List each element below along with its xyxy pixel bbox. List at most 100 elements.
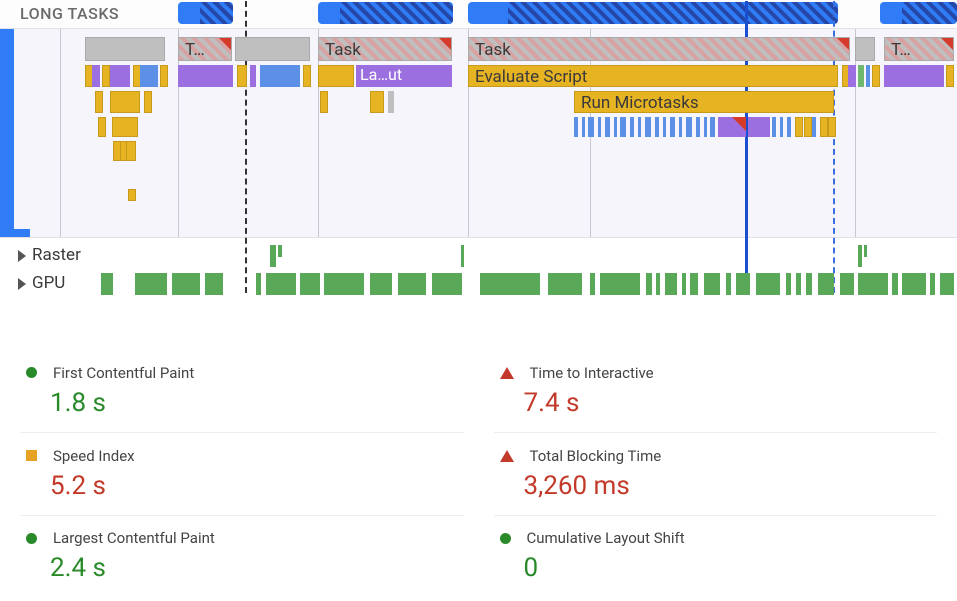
flame-block[interactable] [605,117,610,137]
gpu-event[interactable] [818,273,834,295]
flame-block[interactable] [388,91,394,113]
task-block[interactable] [85,37,165,61]
flame-block[interactable] [795,117,803,137]
flame-block[interactable] [237,65,247,87]
metric-tti[interactable]: Time to Interactive 7.4 s [494,350,938,432]
performance-timeline[interactable]: LONG TASKS T… Task Task T… [0,0,957,340]
flame-block[interactable] [112,117,138,137]
flame-block[interactable] [160,65,168,87]
gpu-event[interactable] [205,273,223,295]
gpu-event[interactable] [600,273,640,295]
raster-event[interactable] [270,245,276,267]
raster-label[interactable]: Raster [18,245,81,265]
flame-block[interactable] [178,65,233,87]
gpu-event[interactable] [398,273,426,295]
flame-block[interactable] [126,141,136,161]
raster-track[interactable]: Raster [0,242,957,270]
flame-block[interactable] [787,117,791,137]
long-task-bar[interactable] [468,2,838,24]
task-block[interactable]: Task [318,37,452,61]
flame-block[interactable] [128,189,136,201]
gpu-event[interactable] [796,273,801,295]
flame-block[interactable] [110,91,140,113]
task-block[interactable] [235,37,310,61]
gpu-event[interactable] [665,273,677,295]
flame-block[interactable] [574,117,578,137]
gpu-event[interactable] [690,273,698,295]
flame-block[interactable] [92,65,100,87]
raster-event[interactable] [278,245,282,257]
gpu-event[interactable] [370,273,392,295]
gpu-event[interactable] [704,273,720,295]
gpu-event[interactable] [646,273,652,295]
task-block[interactable]: T… [178,37,232,61]
metric-tbt[interactable]: Total Blocking Time 3,260 ms [494,432,938,515]
flame-block[interactable] [804,117,812,137]
flame-block[interactable] [95,91,103,113]
flame-block[interactable] [303,65,311,87]
flame-block[interactable] [638,117,641,137]
gpu-event[interactable] [840,273,854,295]
gpu-event[interactable] [806,273,812,295]
gpu-event[interactable] [432,273,462,295]
long-task-bar[interactable] [880,2,957,24]
raster-event[interactable] [858,245,862,267]
flame-block[interactable] [679,117,682,137]
task-block[interactable]: T… [884,37,954,61]
raster-event[interactable] [461,245,464,267]
gpu-event[interactable] [682,273,686,295]
flame-block[interactable] [588,117,594,137]
gpu-event[interactable] [135,273,167,295]
gpu-event[interactable] [172,273,200,295]
flame-block[interactable] [645,117,651,137]
flame-block[interactable] [780,117,783,137]
flame-block[interactable] [820,117,828,137]
flame-block[interactable] [710,117,715,137]
long-task-bar[interactable] [318,2,453,24]
flame-block[interactable] [582,117,585,137]
gpu-event[interactable] [548,273,582,295]
flame-block[interactable] [260,65,300,87]
flame-block[interactable] [98,117,106,137]
gpu-event[interactable] [266,273,296,295]
gpu-event[interactable] [726,273,731,295]
flame-block[interactable] [250,65,256,87]
flame-block[interactable] [614,117,617,137]
gpu-event[interactable] [786,273,791,295]
flame-block[interactable] [140,65,158,87]
gpu-event[interactable] [590,273,595,295]
long-task-bar[interactable] [178,2,233,24]
gpu-label[interactable]: GPU [18,273,65,293]
flame-block-evaluate-script[interactable]: Evaluate Script [468,65,838,87]
task-block[interactable] [855,37,875,61]
long-tasks-track[interactable]: LONG TASKS [0,0,957,28]
flame-block[interactable] [812,117,816,137]
metric-fcp[interactable]: First Contentful Paint 1.8 s [20,350,464,432]
flame-block[interactable] [630,117,634,137]
flame-block[interactable] [872,65,880,87]
task-block[interactable]: Task [468,37,850,61]
flame-block[interactable] [848,65,856,87]
flame-block[interactable] [655,117,659,137]
flame-block[interactable] [858,65,864,87]
flame-block[interactable] [663,117,666,137]
flame-block[interactable] [946,65,954,87]
metric-cls[interactable]: Cumulative Layout Shift 0 [494,515,938,598]
flame-block[interactable] [318,65,354,87]
flame-block[interactable] [370,91,384,113]
flame-block[interactable] [144,91,152,113]
gpu-event[interactable] [858,273,888,295]
gpu-event[interactable] [101,273,113,295]
flame-block[interactable] [748,117,770,137]
gpu-event[interactable] [930,273,935,295]
flame-block[interactable] [110,65,130,87]
expand-icon[interactable] [18,278,26,290]
gpu-event[interactable] [324,273,364,295]
gpu-event[interactable] [736,273,750,295]
gpu-track[interactable]: GPU [0,270,957,298]
flame-block[interactable] [828,117,836,137]
gpu-event[interactable] [940,273,954,295]
flame-block[interactable] [620,117,626,137]
flame-block[interactable] [884,65,944,87]
flame-block-run-microtasks[interactable]: Run Microtasks [574,91,834,113]
